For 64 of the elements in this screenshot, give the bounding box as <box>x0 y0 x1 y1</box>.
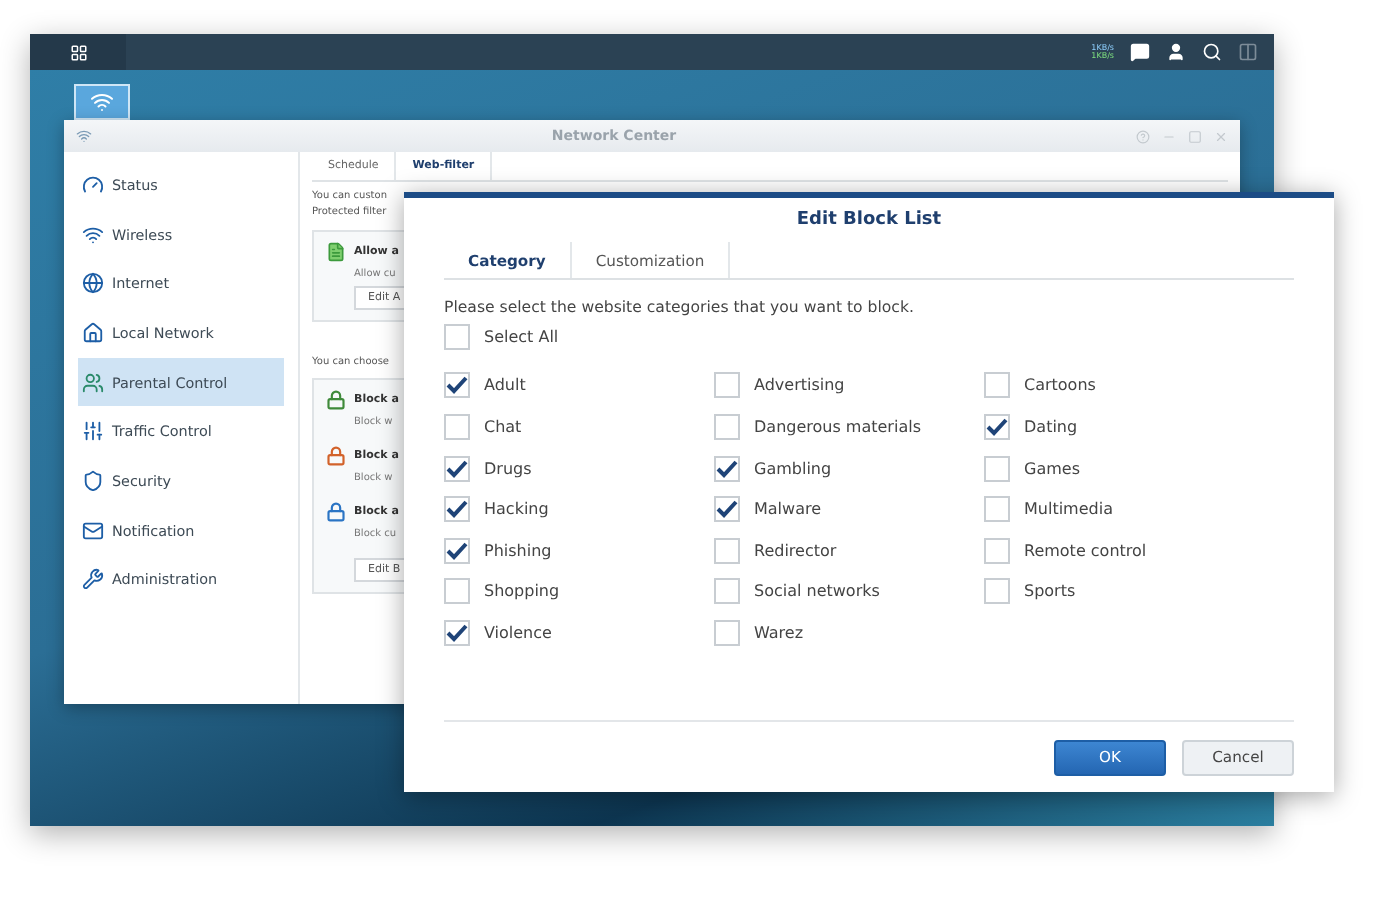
checkbox-label: Games <box>1024 459 1080 478</box>
maximize-icon[interactable] <box>1188 129 1202 143</box>
search-icon[interactable] <box>1202 42 1222 62</box>
envelope-icon <box>82 519 104 542</box>
checkbox-label: Sports <box>1024 582 1076 601</box>
wrench-icon <box>82 568 104 591</box>
checkbox-label: Adult <box>484 376 526 395</box>
widgets-icon[interactable] <box>1238 42 1258 62</box>
checkbox[interactable] <box>444 619 470 646</box>
checkbox-label: Advertising <box>754 376 845 395</box>
checkbox[interactable] <box>714 496 740 523</box>
checkbox[interactable] <box>714 413 740 440</box>
checkbox[interactable] <box>444 455 470 482</box>
checkbox[interactable] <box>984 372 1010 399</box>
shield-icon <box>82 469 104 492</box>
globe-icon <box>82 272 104 295</box>
checkbox-label: Chat <box>484 417 522 436</box>
close-icon[interactable] <box>1214 129 1228 143</box>
checkbox-label: Malware <box>754 500 822 519</box>
checkbox-label: Select All <box>484 328 559 346</box>
grid-icon <box>69 43 87 61</box>
checkbox[interactable] <box>714 537 740 564</box>
checkbox-label: Remote control <box>1024 541 1147 560</box>
house-icon <box>82 321 104 344</box>
chat-icon[interactable] <box>1130 42 1150 62</box>
dialog-title: Edit Block List <box>794 208 944 234</box>
checkbox-label: Redirector <box>754 541 837 560</box>
wifi-icon[interactable] <box>74 84 130 120</box>
checkbox-label: Hacking <box>484 500 549 519</box>
checkbox[interactable] <box>714 619 740 646</box>
checkbox-label: Shopping <box>484 582 560 601</box>
wifi-icon <box>82 223 104 246</box>
checkbox[interactable] <box>984 496 1010 523</box>
checkbox[interactable] <box>984 413 1010 440</box>
checkbox[interactable] <box>444 537 470 564</box>
checkbox-label: Violence <box>484 623 552 642</box>
people-icon <box>82 371 104 394</box>
main-menu-button[interactable] <box>30 34 126 70</box>
checkbox-label: Drugs <box>484 459 532 478</box>
checkbox[interactable] <box>714 372 740 399</box>
document-icon <box>326 242 346 262</box>
app-icon <box>76 128 92 144</box>
checkbox-label: Phishing <box>484 541 552 560</box>
checkbox[interactable] <box>984 578 1010 605</box>
checkbox[interactable] <box>984 537 1010 564</box>
checkbox[interactable] <box>444 578 470 605</box>
checkbox-label: Warez <box>754 623 804 642</box>
checkbox-label: Gambling <box>754 459 832 478</box>
checkbox[interactable] <box>714 455 740 482</box>
checkbox-label: Dating <box>1024 417 1078 436</box>
checkbox[interactable] <box>444 496 470 523</box>
checkbox[interactable] <box>444 324 470 350</box>
checkbox-label: Social networks <box>754 582 880 601</box>
checkbox-label: Dangerous materials <box>754 417 921 436</box>
checkbox-label: Multimedia <box>1024 500 1113 519</box>
checkbox[interactable] <box>714 578 740 605</box>
checkbox-label: Cartoons <box>1024 376 1096 395</box>
gauge-icon <box>82 173 104 196</box>
checkbox[interactable] <box>444 413 470 440</box>
checkbox[interactable] <box>984 455 1010 482</box>
user-icon[interactable] <box>1166 42 1186 62</box>
checkbox[interactable] <box>444 372 470 399</box>
sliders-icon <box>82 420 104 443</box>
help-icon[interactable] <box>1136 129 1150 143</box>
